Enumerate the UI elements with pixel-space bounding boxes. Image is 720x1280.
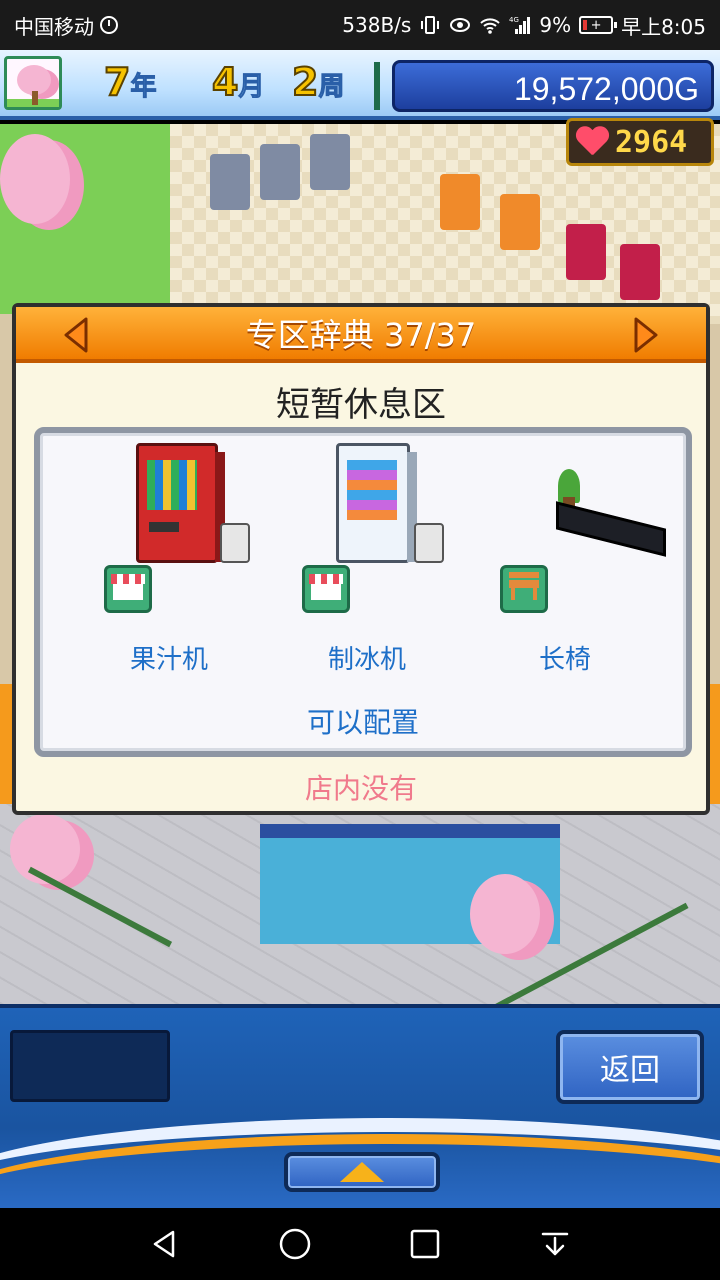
up-arrow-icon: [340, 1162, 384, 1182]
money-display: 19,572,000G: [392, 60, 714, 112]
bench-icon: [500, 565, 548, 613]
week-unit: 周: [318, 72, 345, 103]
info-panel: [10, 1030, 170, 1102]
trash-bin-sprite: [220, 523, 250, 563]
net-speed: 538B/s: [342, 13, 412, 37]
network-label: 4G: [509, 16, 519, 24]
battery-percent: 9%: [539, 13, 572, 37]
eye-icon: [450, 18, 471, 32]
season-spring-icon[interactable]: [4, 56, 62, 110]
square-recents-icon: [410, 1229, 440, 1259]
zone-item-juice-machine[interactable]: 果汁机: [64, 439, 274, 679]
nav-notification-button[interactable]: [535, 1224, 575, 1264]
week-display: 2周: [291, 59, 345, 105]
clock: 早上8:05: [621, 14, 706, 39]
signal-icon: 4G: [509, 16, 531, 34]
back-button[interactable]: 返回: [556, 1030, 704, 1104]
trash-bin-sprite: [414, 523, 444, 563]
alarm-icon: [100, 16, 118, 34]
nav-back-button[interactable]: [145, 1224, 185, 1264]
hud-divider: [374, 62, 380, 110]
year-display: 7年: [103, 59, 157, 105]
nav-home-button[interactable]: [275, 1224, 315, 1264]
vibrate-icon: [421, 16, 440, 34]
item-label: 长椅: [538, 645, 591, 675]
juice-machine-sprite: [136, 443, 225, 563]
circle-home-icon: [279, 1228, 311, 1260]
item-label: 制冰机: [327, 645, 406, 675]
expand-menu-button[interactable]: [284, 1152, 440, 1192]
ice-machine-sprite: [336, 443, 417, 563]
dialog-header: 专区辞典 37/37: [16, 307, 706, 363]
zone-dictionary-dialog: 专区辞典 37/37 短暂休息区 果汁机 制冰机 长椅 可以配置 店内没有: [12, 303, 710, 815]
carrier-label: 中国移动: [14, 14, 94, 39]
month-display: 4月: [211, 59, 265, 105]
bench-sprite: [556, 501, 666, 557]
heart-icon: [575, 127, 609, 157]
cherry-tree: [0, 134, 70, 224]
shop-icon: [302, 565, 350, 613]
triangle-back-icon: [153, 1230, 175, 1258]
zone-items-panel: 果汁机 制冰机 长椅 可以配置: [34, 427, 692, 757]
shop-icon: [104, 565, 152, 613]
nav-recents-button[interactable]: [405, 1224, 445, 1264]
pull-down-icon: [541, 1232, 569, 1256]
year-number: 7: [103, 59, 131, 105]
item-label: 果汁机: [129, 645, 208, 675]
status-bar: 中国移动 538B/s 4G 9% + 早上8:05: [0, 0, 720, 50]
dialog-title: 专区辞典 37/37: [245, 316, 477, 354]
year-unit: 年: [130, 72, 157, 103]
next-page-arrow-icon[interactable]: [632, 315, 662, 355]
system-nav-bar: [0, 1208, 720, 1280]
zone-item-ice-machine[interactable]: 制冰机: [262, 439, 472, 679]
zone-name: 短暂休息区: [276, 385, 446, 425]
month-number: 4: [211, 59, 239, 105]
zone-item-bench[interactable]: 长椅: [460, 439, 670, 679]
game-hud: 7年 4月 2周 19,572,000G: [0, 50, 720, 120]
wifi-icon: [480, 18, 501, 34]
month-unit: 月: [238, 72, 265, 103]
week-number: 2: [291, 59, 319, 105]
configurable-text: 可以配置: [306, 706, 419, 739]
battery-icon: +: [579, 16, 618, 34]
hearts-counter: 2964: [566, 118, 714, 166]
bottom-menu-bar: 返回: [0, 1004, 720, 1208]
store-status-text: 店内没有: [304, 772, 417, 805]
hearts-value: 2964: [615, 124, 688, 160]
